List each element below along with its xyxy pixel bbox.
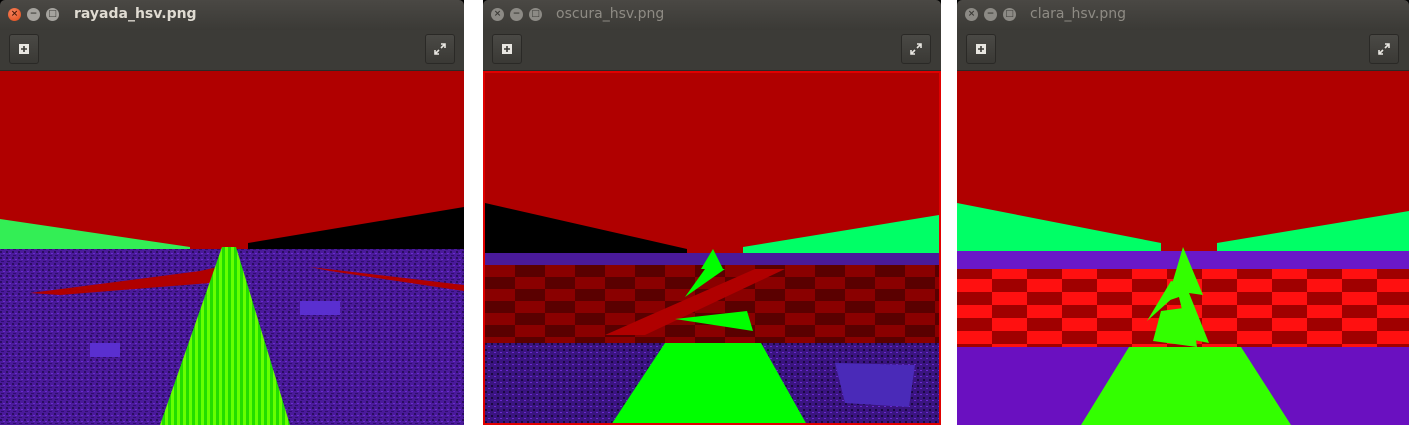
image-canvas[interactable] (0, 71, 464, 425)
fullscreen-button[interactable] (901, 34, 931, 64)
minimize-icon[interactable]: − (510, 8, 523, 21)
window-title: clara_hsv.png (1030, 6, 1126, 22)
toolbar (957, 30, 1409, 71)
plus-square-icon (502, 44, 512, 54)
floor-patch (835, 363, 915, 407)
expand-arrows-icon (434, 43, 446, 55)
add-button[interactable] (9, 34, 39, 64)
fullscreen-button[interactable] (1369, 34, 1399, 64)
minimize-icon[interactable]: − (27, 8, 40, 21)
add-button[interactable] (966, 34, 996, 64)
title-bar[interactable]: × − □ clara_hsv.png (957, 0, 1409, 30)
close-icon[interactable]: × (965, 8, 978, 21)
title-bar[interactable]: × − □ rayada_hsv.png (0, 0, 464, 30)
floor-patch (90, 343, 120, 357)
plus-square-icon (19, 44, 29, 54)
window-title: rayada_hsv.png (74, 6, 197, 22)
image-window-rayada[interactable]: × − □ rayada_hsv.png (0, 0, 464, 425)
maximize-icon[interactable]: □ (1003, 8, 1016, 21)
floor-patch (300, 301, 340, 315)
minimize-icon[interactable]: − (984, 8, 997, 21)
image-window-clara[interactable]: × − □ clara_hsv.png (957, 0, 1409, 425)
expand-arrows-icon (910, 43, 922, 55)
close-icon[interactable]: × (8, 8, 21, 21)
toolbar (483, 30, 941, 71)
fullscreen-button[interactable] (425, 34, 455, 64)
add-button[interactable] (492, 34, 522, 64)
plus-square-icon (976, 44, 986, 54)
image-canvas[interactable] (957, 71, 1409, 425)
toolbar (0, 30, 464, 71)
window-title: oscura_hsv.png (556, 6, 665, 22)
image-canvas[interactable] (483, 71, 941, 425)
maximize-icon[interactable]: □ (46, 8, 59, 21)
title-bar[interactable]: × − □ oscura_hsv.png (483, 0, 941, 30)
expand-arrows-icon (1378, 43, 1390, 55)
image-window-oscura[interactable]: × − □ oscura_hsv.png (483, 0, 941, 425)
close-icon[interactable]: × (491, 8, 504, 21)
maximize-icon[interactable]: □ (529, 8, 542, 21)
